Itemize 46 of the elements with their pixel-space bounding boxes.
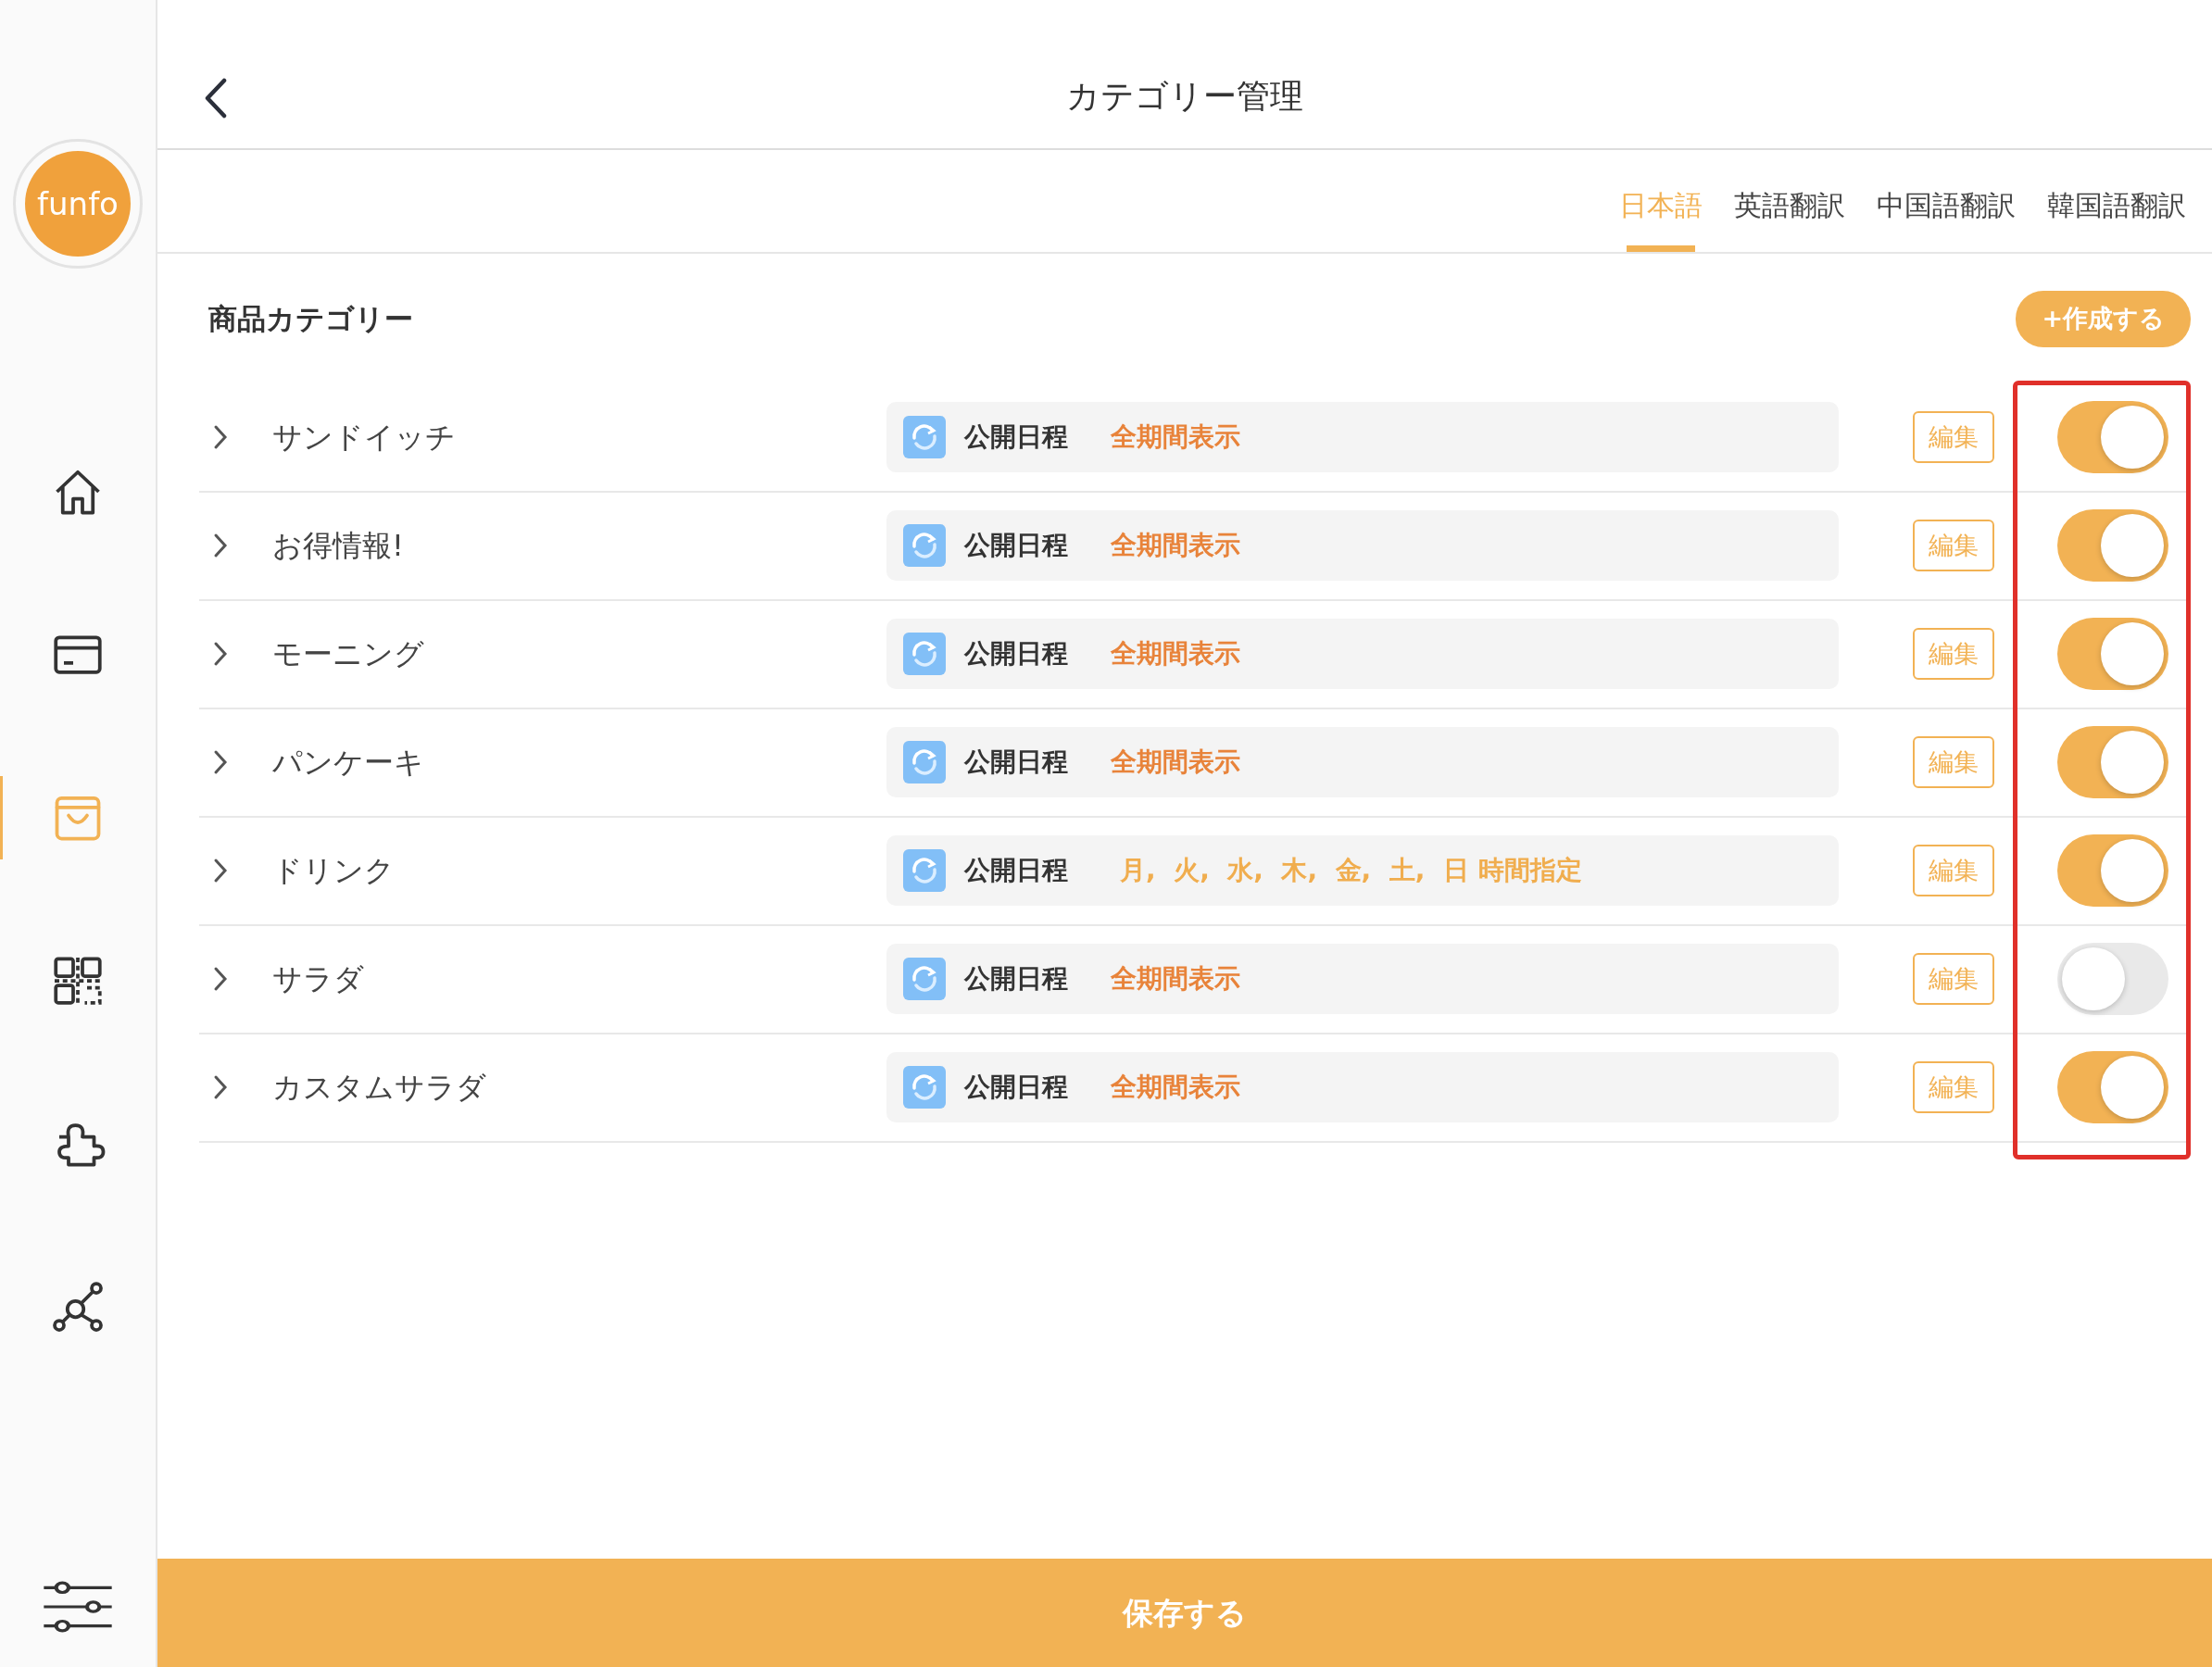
- repeat-icon: [903, 633, 946, 675]
- back-icon[interactable]: [204, 78, 228, 119]
- repeat-icon: [903, 416, 946, 458]
- edit-button[interactable]: 編集: [1913, 736, 1994, 788]
- edit-button[interactable]: 編集: [1913, 520, 1994, 571]
- repeat-icon: [903, 741, 946, 783]
- language-tab[interactable]: 日本語: [1619, 150, 1703, 252]
- page-title: カテゴリー管理: [1066, 77, 1303, 115]
- edit-button[interactable]: 編集: [1913, 845, 1994, 896]
- language-tab[interactable]: 韓国語翻訳: [2047, 150, 2186, 252]
- schedule-label: 公開日程: [964, 854, 1068, 887]
- schedule-label: 公開日程: [964, 420, 1068, 454]
- logo-badge: funfo: [13, 139, 143, 269]
- save-button[interactable]: 保存する: [157, 1559, 2212, 1667]
- category-name: サラダ: [272, 961, 364, 996]
- edit-button[interactable]: 編集: [1913, 628, 1994, 680]
- category-name: お得情報!: [272, 528, 404, 563]
- create-button[interactable]: +作成する: [2016, 291, 2191, 347]
- schedule-value: 全期間表示: [1111, 962, 1240, 996]
- category-name: ドリンク: [272, 853, 395, 888]
- language-tab[interactable]: 中国語翻訳: [1877, 150, 2016, 252]
- schedule-label: 公開日程: [964, 529, 1068, 562]
- category-name: モーニング: [272, 636, 424, 671]
- schedule-label: 公開日程: [964, 1071, 1068, 1104]
- schedule-value: 全期間表示: [1111, 746, 1240, 779]
- schedule-value: 全期間表示: [1111, 637, 1240, 671]
- edit-button[interactable]: 編集: [1913, 411, 1994, 463]
- edit-button[interactable]: 編集: [1913, 1061, 1994, 1113]
- edit-button[interactable]: 編集: [1913, 953, 1994, 1005]
- category-name: カスタムサラダ: [272, 1070, 486, 1105]
- repeat-icon: [903, 524, 946, 567]
- schedule-value: 全期間表示: [1111, 529, 1240, 562]
- category-name: パンケーキ: [272, 745, 424, 780]
- category-name: サンドイッチ: [272, 420, 456, 455]
- schedule-value: 全期間表示: [1111, 1071, 1240, 1104]
- repeat-icon: [903, 1066, 946, 1109]
- section-title: 商品カテゴリー: [208, 301, 413, 337]
- schedule-label: 公開日程: [964, 637, 1068, 671]
- schedule-value: 月, 火, 水, 木, 金, 土, 日 時間指定: [1120, 854, 1582, 887]
- schedule-label: 公開日程: [964, 962, 1068, 996]
- schedule-label: 公開日程: [964, 746, 1068, 779]
- language-tab[interactable]: 英語翻訳: [1734, 150, 1845, 252]
- schedule-value: 全期間表示: [1111, 420, 1240, 454]
- repeat-icon: [903, 958, 946, 1000]
- network-icon[interactable]: [50, 1279, 106, 1335]
- repeat-icon: [903, 849, 946, 892]
